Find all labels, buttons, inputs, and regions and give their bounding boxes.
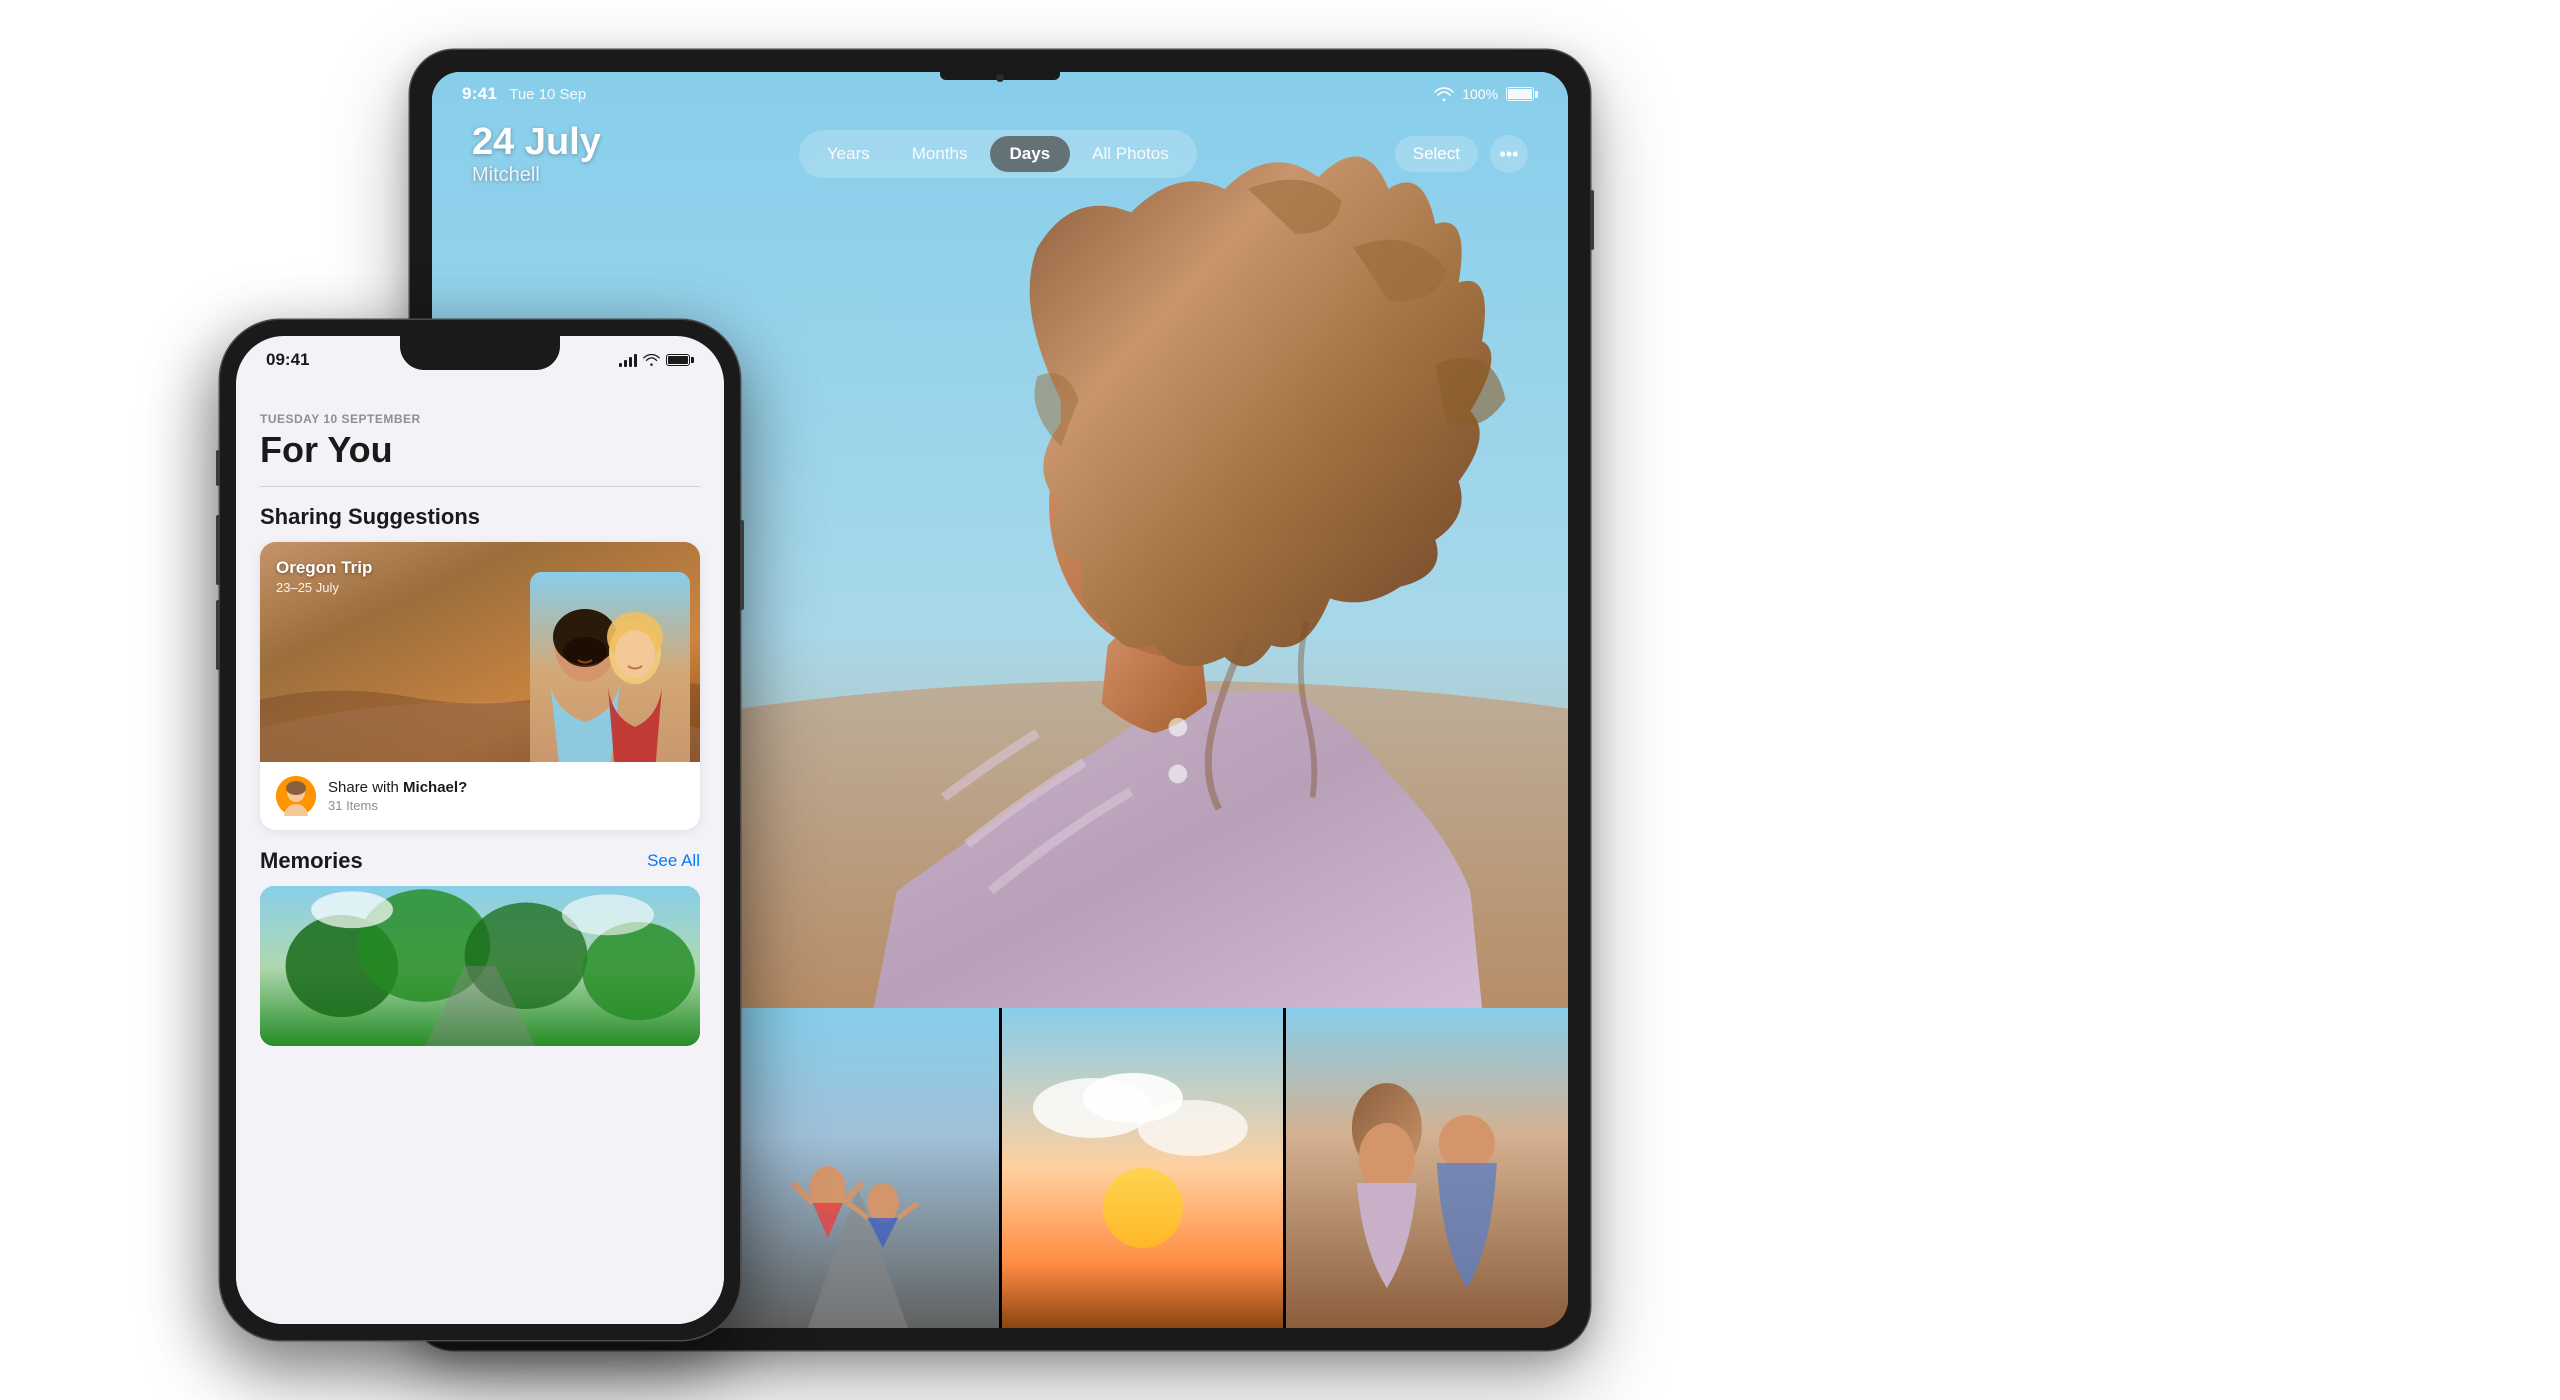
iphone-date-label: TUESDAY 10 SEPTEMBER (236, 396, 724, 430)
iphone-screen: 09:41 (236, 336, 724, 1324)
ipad-side-button (1590, 190, 1594, 250)
ipad-camera-dot (996, 74, 1004, 82)
iphone-volume-down-button (216, 600, 220, 670)
share-avatar (276, 776, 316, 816)
ipad-thumbnail-2[interactable] (717, 1008, 999, 1328)
ipad-time: 9:41 (462, 84, 497, 104)
iphone-page-title: For You (236, 430, 724, 486)
memories-thumbnail[interactable] (260, 886, 700, 1046)
ipad-header-actions: Select ••• (1395, 135, 1528, 173)
sharing-card-dates: 23–25 July (276, 580, 339, 595)
ipad-more-button[interactable]: ••• (1490, 135, 1528, 173)
sharing-card-title: Oregon Trip (276, 558, 372, 578)
ipad-header: 24 July Mitchell Years Months Days All P… (472, 122, 1528, 187)
nav-pill-years[interactable]: Years (807, 136, 890, 172)
share-name: Michael? (403, 779, 467, 796)
ipad-camera-bar (940, 72, 1060, 80)
iphone-battery-icon (666, 354, 694, 366)
nav-pill-allphotos[interactable]: All Photos (1072, 136, 1189, 172)
ellipsis-icon: ••• (1500, 144, 1519, 165)
share-count: 31 Items (328, 798, 467, 813)
ipad-location: Mitchell (472, 164, 601, 187)
iphone-status-icons (619, 353, 694, 367)
iphone-notch (400, 336, 560, 370)
share-question: Share with Michael? (328, 779, 467, 796)
iphone-mute-button (216, 450, 220, 486)
share-info: Share with Michael? 31 Items (328, 779, 467, 813)
memories-title: Memories (260, 848, 363, 874)
sharing-suggestion-card[interactable]: Oregon Trip 23–25 July (260, 542, 700, 830)
ipad-thumbnail-3[interactable] (1002, 1008, 1284, 1328)
signal-bars-icon (619, 353, 637, 367)
iphone-power-button (740, 520, 744, 610)
iphone-time: 09:41 (266, 350, 309, 370)
ipad-status-bar: 9:41 Tue 10 Sep 100% (462, 84, 1538, 104)
sharing-card-image: Oregon Trip 23–25 July (260, 542, 700, 762)
ipad-battery-icon (1506, 87, 1538, 101)
iphone-sharing-section-title: Sharing Suggestions (236, 486, 724, 542)
iphone-volume-up-button (216, 515, 220, 585)
nav-pill-months[interactable]: Months (892, 136, 988, 172)
ipad-battery-pct: 100% (1462, 86, 1498, 102)
iphone-wifi-icon (643, 354, 660, 366)
ipad-status-right: 100% (1434, 86, 1538, 102)
couple-photo (530, 572, 690, 762)
ipad-date: 24 July (472, 122, 601, 164)
ipad-nav-pills: Years Months Days All Photos (799, 130, 1197, 178)
ipad-date-group: 24 July Mitchell (472, 122, 601, 187)
nav-pill-days[interactable]: Days (990, 136, 1071, 172)
iphone-device: 09:41 (220, 320, 740, 1340)
share-question-text: Share with (328, 779, 399, 796)
iphone-body: 09:41 (220, 320, 740, 1340)
ipad-thumbnail-4[interactable] (1286, 1008, 1568, 1328)
wifi-icon (1434, 87, 1454, 101)
memories-header: Memories See All (236, 830, 724, 886)
memories-see-all[interactable]: See All (647, 851, 700, 871)
ipad-status-date: Tue 10 Sep (509, 86, 586, 103)
share-suggestion-row: Share with Michael? 31 Items (260, 762, 700, 830)
ipad-select-button[interactable]: Select (1395, 136, 1478, 172)
iphone-content: TUESDAY 10 SEPTEMBER For You Sharing Sug… (236, 396, 724, 1324)
